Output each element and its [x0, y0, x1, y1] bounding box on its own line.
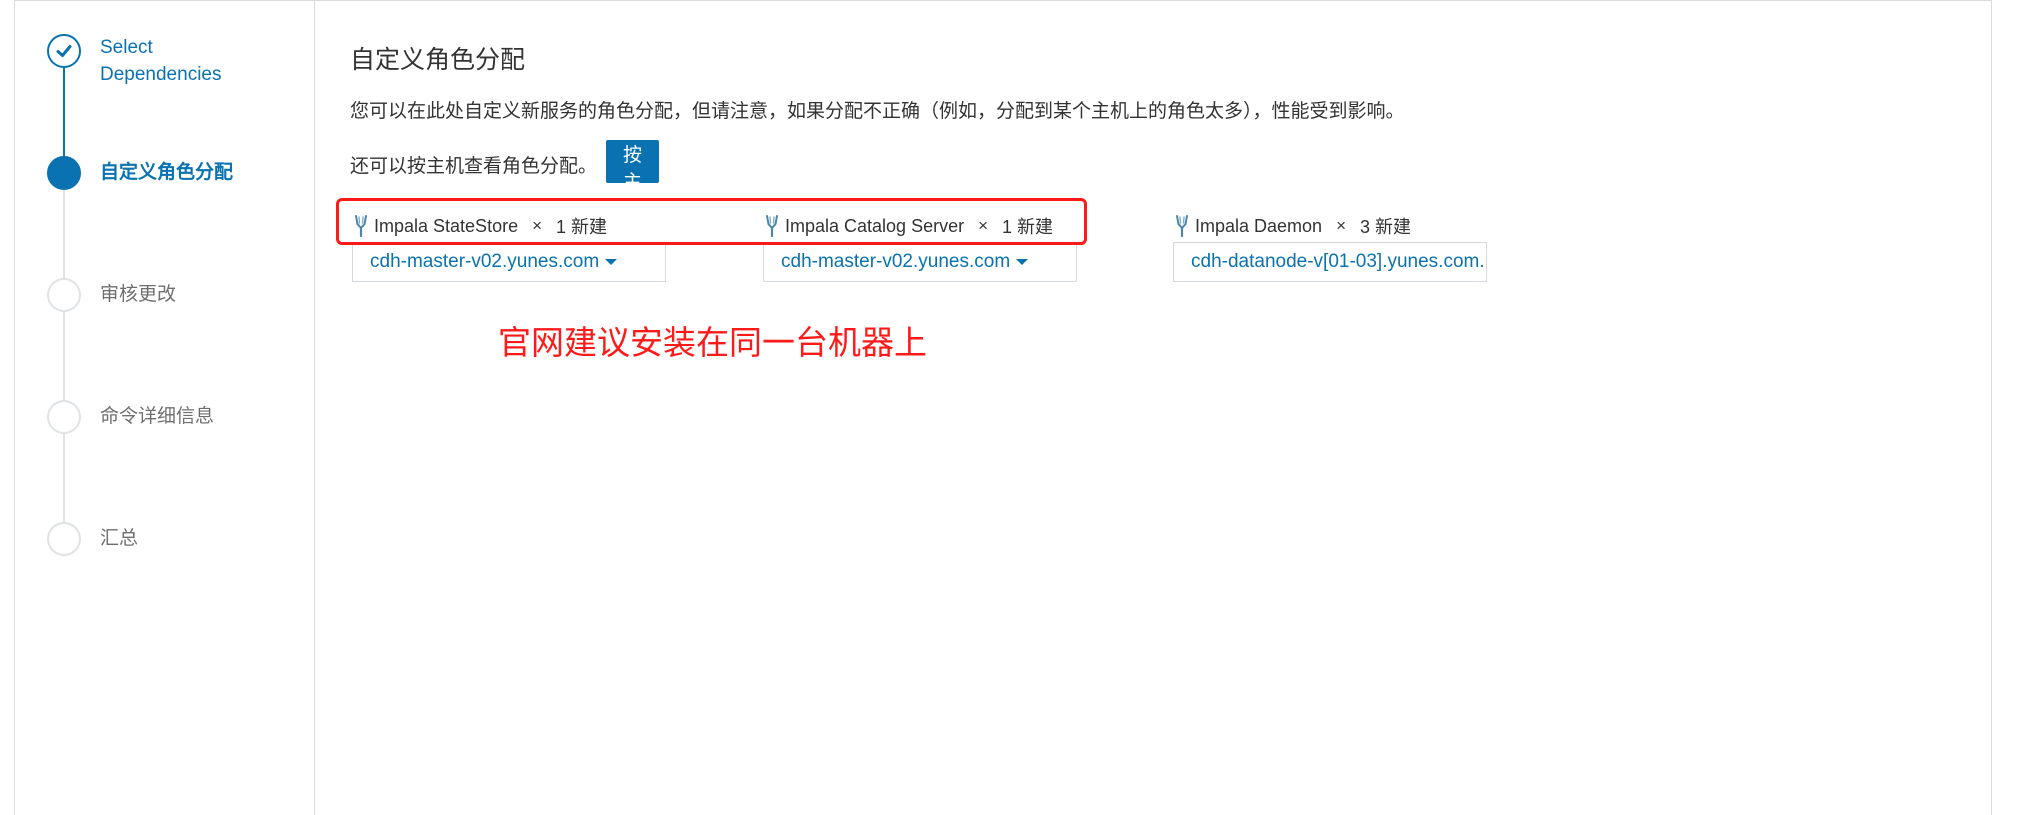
- host-select-value: cdh-datanode-v[01-03].yunes.com.: [1191, 251, 1485, 272]
- step-todo-circle: [47, 278, 81, 312]
- role-impala-daemon: Impala Daemon × 3 新建 cdh-datanode-v[01-0…: [1173, 213, 1487, 282]
- caret-down-icon: [605, 259, 618, 265]
- step-command-details: 命令详细信息: [47, 400, 260, 434]
- step-label: 汇总: [100, 528, 139, 549]
- page-title: 自定义角色分配: [350, 46, 526, 74]
- step-label: 命令详细信息: [100, 406, 215, 427]
- view-by-host-button[interactable]: 按主机查看: [606, 140, 660, 274]
- role-multiply-sign: ×: [1336, 216, 1347, 235]
- host-view-text: 还可以按主机查看角色分配。: [350, 156, 598, 177]
- host-select-value: cdh-master-v02.yunes.com: [370, 251, 600, 272]
- role-name: Impala Daemon: [1195, 215, 1323, 236]
- annotation-highlight-box: [336, 198, 1087, 245]
- host-select-dropdown[interactable]: cdh-master-v02.yunes.com: [352, 242, 666, 282]
- role-count: 3 新建: [1360, 217, 1412, 237]
- caret-down-icon: [1016, 259, 1029, 265]
- step-select-dependencies[interactable]: Select Dependencies: [47, 34, 260, 88]
- host-select-dropdown[interactable]: cdh-master-v02.yunes.com: [763, 242, 1077, 282]
- step-label: 自定义角色分配: [100, 162, 234, 183]
- step-todo-circle: [47, 522, 81, 556]
- step-label: Select Dependencies: [100, 37, 222, 85]
- step-review-changes: 审核更改: [47, 278, 260, 312]
- host-select-value: cdh-master-v02.yunes.com: [781, 251, 1011, 272]
- step-done-circle: [47, 34, 81, 68]
- annotation-text: 官网建议安装在同一台机器上: [498, 324, 927, 361]
- wizard-sidebar: Select Dependencies 自定义角色分配 审核更改 命令详细信息 …: [15, 0, 315, 815]
- step-label: 审核更改: [100, 284, 177, 305]
- host-select-field[interactable]: cdh-datanode-v[01-03].yunes.com.: [1173, 242, 1487, 282]
- step-todo-circle: [47, 400, 81, 434]
- check-icon: [56, 45, 72, 57]
- step-summary: 汇总: [47, 522, 260, 556]
- step-custom-role-assignment[interactable]: 自定义角色分配: [47, 156, 260, 190]
- step-active-circle: [47, 156, 81, 190]
- impala-fork-icon: [1176, 215, 1188, 238]
- role-header: Impala Daemon × 3 新建: [1173, 213, 1411, 239]
- page-description: 您可以在此处自定义新服务的角色分配，但请注意，如果分配不正确（例如，分配到某个主…: [350, 101, 1405, 122]
